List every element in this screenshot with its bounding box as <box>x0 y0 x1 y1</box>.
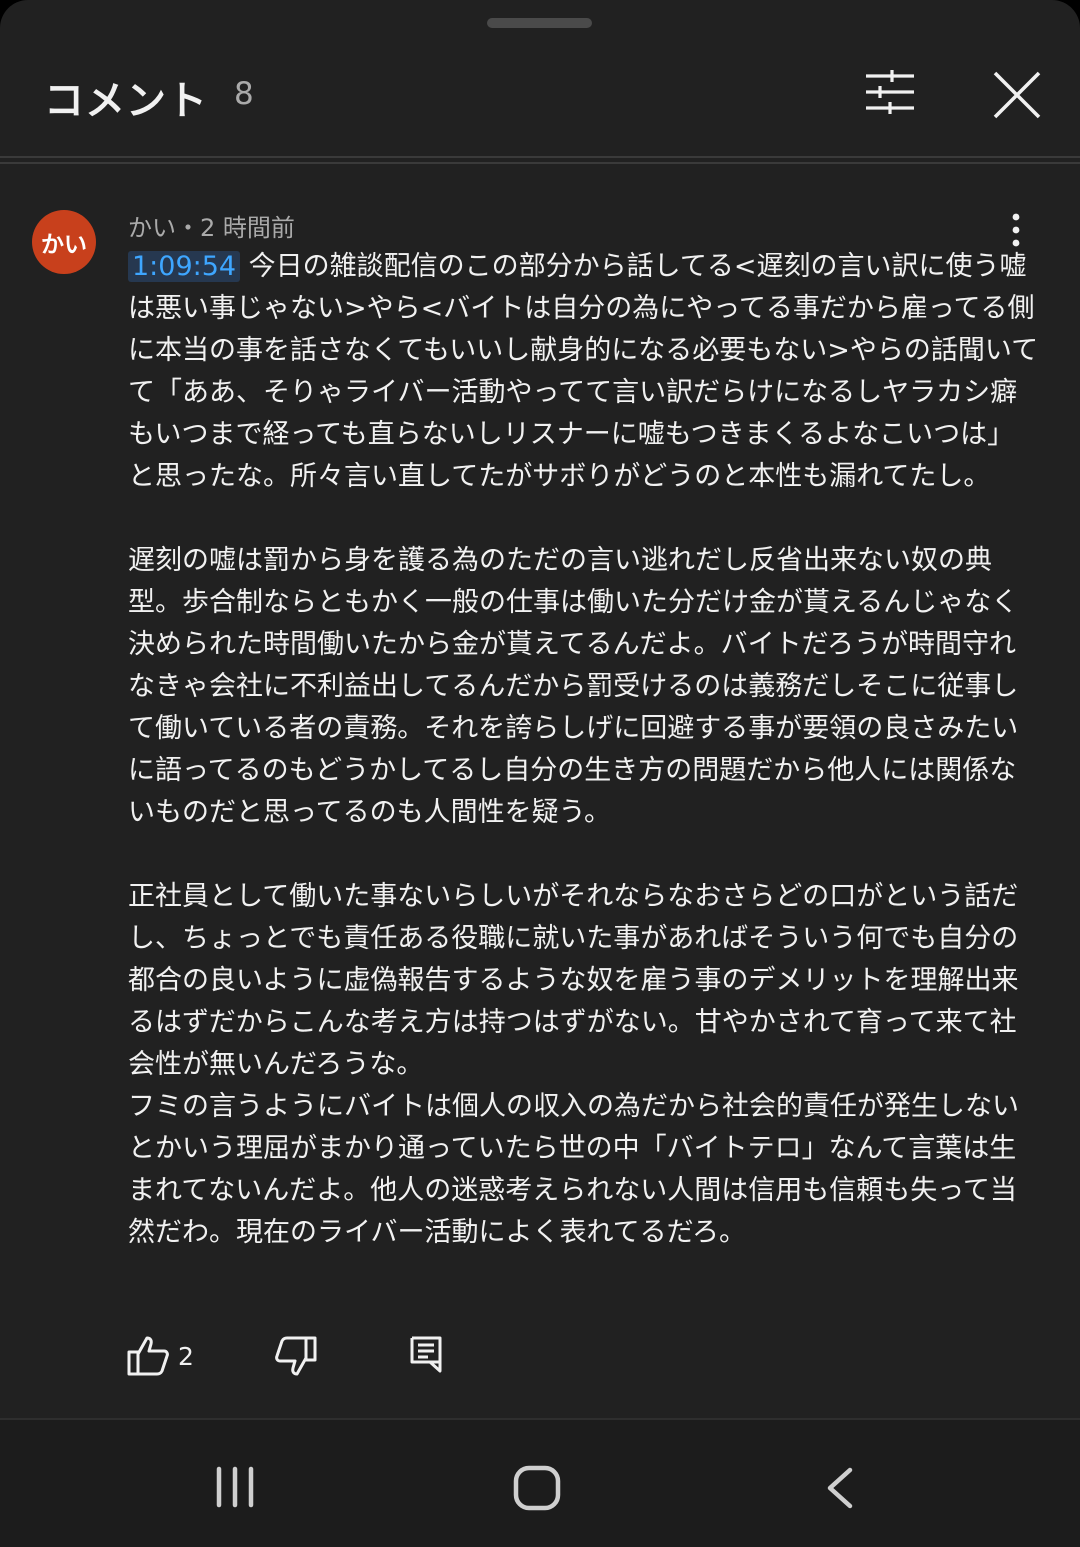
avatar[interactable]: かい <box>32 210 96 274</box>
more-vertical-icon <box>1012 213 1020 247</box>
like-button[interactable] <box>126 1334 170 1378</box>
recents-icon <box>216 1466 254 1508</box>
sort-filter-button[interactable] <box>862 68 918 116</box>
system-navigation-bar <box>0 1418 1080 1547</box>
comment-count: 8 <box>234 76 254 112</box>
comment-body: 1:09:54 今日の雑談配信のこの部分から話してる<遅刻の言い訳に使う嘘は悪い… <box>128 246 1040 1254</box>
comment-item: かい かい・2 時間前 1:09:54 今日の雑談配信のこの部分から話してる<遅… <box>0 190 1080 1415</box>
tune-icon <box>866 70 914 114</box>
recents-button[interactable] <box>212 1466 258 1508</box>
close-icon <box>993 71 1041 119</box>
dislike-button[interactable] <box>272 1334 318 1378</box>
thumb-up-icon <box>127 1336 169 1376</box>
comments-header: コメント 8 <box>0 40 1080 150</box>
back-button[interactable] <box>822 1466 858 1510</box>
reply-button[interactable] <box>408 1334 444 1374</box>
comment-actions: 2 <box>0 1330 1080 1390</box>
timestamp-link[interactable]: 1:09:54 <box>128 251 241 282</box>
close-button[interactable] <box>990 68 1044 122</box>
like-count: 2 <box>178 1342 194 1371</box>
avatar-text: かい <box>41 232 87 258</box>
back-icon <box>827 1467 853 1509</box>
reply-icon <box>410 1336 442 1373</box>
thumb-down-icon <box>275 1336 317 1376</box>
panel-title: コメント <box>44 78 208 124</box>
home-button[interactable] <box>512 1464 562 1512</box>
home-icon <box>513 1465 561 1511</box>
comment-menu-button[interactable] <box>1000 212 1032 248</box>
comment-text: 今日の雑談配信のこの部分から話してる<遅刻の言い訳に使う嘘は悪い事じゃない>やら… <box>128 251 1039 1248</box>
drag-handle[interactable] <box>487 18 592 28</box>
header-divider <box>0 156 1080 164</box>
comment-meta: かい・2 時間前 <box>128 214 295 242</box>
comments-panel: コメント 8 かい かい・2 時間前 1:09:54 今日の雑談配信のこの部分か… <box>0 0 1080 1547</box>
